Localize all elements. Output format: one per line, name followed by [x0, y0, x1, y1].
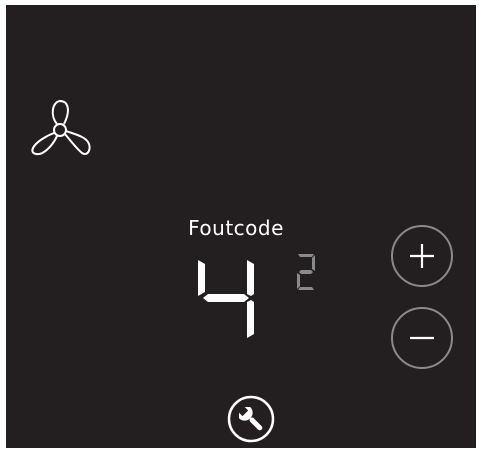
- wrench-icon: [227, 395, 275, 443]
- decrease-button[interactable]: [390, 306, 454, 370]
- service-button[interactable]: [226, 394, 276, 444]
- error-code-main-digit: 4: [194, 254, 258, 342]
- plus-icon: [391, 225, 453, 287]
- minus-icon: [391, 307, 453, 369]
- increase-button[interactable]: [390, 224, 454, 288]
- error-code-label: Foutcode: [188, 216, 284, 240]
- error-code-sub-digit: 2: [292, 252, 322, 296]
- fan-icon: [26, 96, 94, 164]
